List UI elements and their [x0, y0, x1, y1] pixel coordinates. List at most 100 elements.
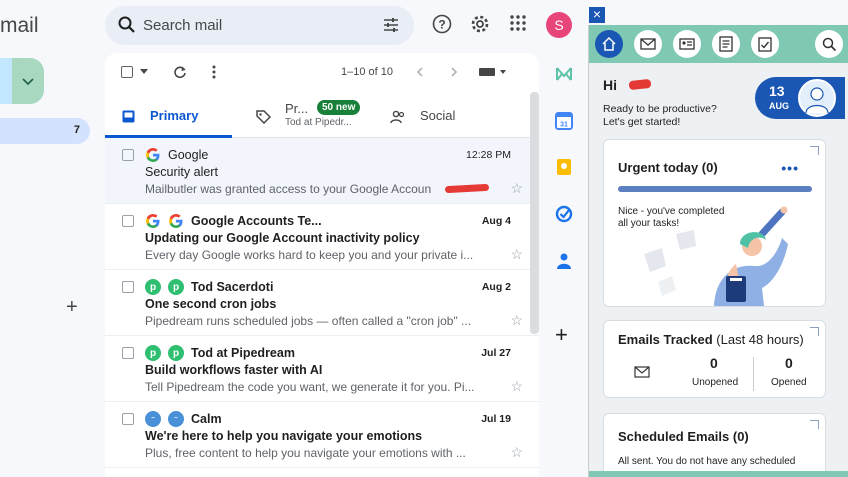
- row-checkbox[interactable]: [122, 281, 134, 293]
- home-icon[interactable]: [595, 30, 623, 58]
- help-icon[interactable]: ?: [432, 14, 452, 34]
- google-logo-icon: [168, 213, 184, 229]
- email-row[interactable]: Google 12:28 PM Security alert Mailbutle…: [105, 138, 539, 204]
- tag-icon: [256, 110, 271, 124]
- scheduled-emails-card: Scheduled Emails (0) All sent. You do no…: [603, 413, 826, 477]
- email-sender: Tod Sacerdoti: [191, 280, 274, 294]
- email-snippet: Tell Pipedream the code you want, we gen…: [145, 380, 475, 394]
- mailbutler-nav: [589, 25, 848, 63]
- star-icon[interactable]: ☆: [510, 180, 523, 197]
- email-time: Jul 27: [481, 347, 511, 359]
- email-subject: Security alert: [145, 165, 218, 179]
- more-vert-icon[interactable]: [211, 65, 217, 79]
- unopened-count: 0: [710, 355, 718, 371]
- greeting-subtitle: Ready to be productive? Let's get starte…: [603, 103, 717, 129]
- contact-card-icon[interactable]: [673, 30, 701, 58]
- star-icon[interactable]: ☆: [510, 246, 523, 263]
- greeting-line-1: Ready to be productive?: [603, 103, 717, 115]
- apps-grid-icon[interactable]: [509, 14, 527, 32]
- select-dropdown-icon[interactable]: [140, 69, 148, 75]
- notes-icon[interactable]: [712, 30, 740, 58]
- inbox-count: 7: [73, 124, 80, 136]
- butler-avatar-icon: [798, 79, 836, 117]
- email-time: Jul 19: [481, 413, 511, 425]
- email-time: 12:28 PM: [466, 149, 511, 161]
- email-subject: We're here to help you navigate your emo…: [145, 429, 423, 443]
- chevron-left-icon[interactable]: [416, 67, 424, 77]
- gear-icon[interactable]: [470, 14, 490, 34]
- add-label-icon[interactable]: +: [66, 296, 78, 319]
- tab-social-label: Social: [420, 108, 456, 123]
- email-snippet: Pipedream runs scheduled jobs — often ca…: [145, 314, 472, 328]
- task-check-icon[interactable]: [751, 30, 779, 58]
- tracked-period: (Last 48 hours): [716, 332, 804, 347]
- greeting-title: Hi: [603, 77, 617, 93]
- chevron-down-icon[interactable]: [12, 58, 44, 104]
- emails-tracked-card: Emails Tracked (Last 48 hours) 0 Unopene…: [603, 320, 826, 398]
- email-snippet: Plus, free content to help you navigate …: [145, 446, 466, 460]
- refresh-icon[interactable]: [173, 65, 187, 79]
- email-row[interactable]: p p Tod at Pipedream Jul 27 Build workfl…: [105, 336, 539, 402]
- star-icon[interactable]: ☆: [510, 378, 523, 395]
- account-avatar[interactable]: S: [546, 12, 572, 38]
- urgent-progress-bar: [618, 186, 812, 192]
- add-addon-icon[interactable]: +: [555, 322, 568, 348]
- urgent-today-card: Urgent today (0) ••• Nice - you've compl…: [603, 139, 826, 307]
- row-checkbox[interactable]: [122, 413, 134, 425]
- stat-divider: [753, 357, 754, 391]
- search-icon[interactable]: [815, 30, 843, 58]
- select-all-checkbox[interactable]: [121, 66, 133, 78]
- scheduled-title: Scheduled Emails (0): [618, 429, 749, 444]
- keep-icon[interactable]: [555, 158, 573, 176]
- input-tools-icon[interactable]: [479, 67, 509, 77]
- row-checkbox[interactable]: [122, 347, 134, 359]
- unopened-label: Unopened: [692, 377, 739, 388]
- tab-social[interactable]: Social: [365, 98, 539, 138]
- tab-promotions[interactable]: Pr... 50 new Tod at Pipedr...: [105, 98, 365, 138]
- date-month: AUG: [769, 101, 789, 111]
- email-snippet: Mailbutler was granted access to your Go…: [145, 182, 432, 196]
- pagination-label: 1–10 of 10: [341, 66, 393, 78]
- more-options-icon[interactable]: •••: [781, 160, 799, 176]
- opened-count: 0: [785, 355, 793, 371]
- email-row[interactable]: Google Accounts Te... Aug 4 Updating our…: [105, 204, 539, 270]
- star-icon[interactable]: ☆: [510, 444, 523, 461]
- mail-icon[interactable]: [634, 30, 662, 58]
- expand-icon[interactable]: [810, 420, 819, 429]
- close-icon[interactable]: ×: [589, 7, 605, 23]
- search-options-icon[interactable]: [382, 16, 400, 34]
- calm-logo-icon: ~: [168, 411, 184, 427]
- search-input[interactable]: Search mail: [143, 17, 222, 34]
- star-icon[interactable]: ☆: [510, 312, 523, 329]
- mailbutler-sidebar: Hi Ready to be productive? Let's get sta…: [588, 25, 848, 477]
- date-badge: 13 AUG: [755, 77, 845, 119]
- email-sender: Tod at Pipedream: [191, 346, 295, 360]
- chevron-right-icon[interactable]: [450, 67, 458, 77]
- email-list: Google 12:28 PM Security alert Mailbutle…: [105, 138, 539, 468]
- email-row[interactable]: p p Tod Sacerdoti Aug 2 One second cron …: [105, 270, 539, 336]
- google-logo-icon: [145, 213, 161, 229]
- search-bar[interactable]: Search mail: [105, 6, 414, 45]
- calm-logo-icon: ~: [145, 411, 161, 427]
- mailbutler-icon[interactable]: [555, 65, 573, 83]
- row-checkbox[interactable]: [122, 215, 134, 227]
- tracked-title-row: Emails Tracked (Last 48 hours): [618, 332, 804, 347]
- mail-list-panel: 1–10 of 10 Primary Pr... 50 new Tod at P…: [105, 53, 539, 477]
- expand-icon[interactable]: [810, 327, 819, 336]
- email-sender: Google Accounts Te...: [191, 214, 322, 228]
- email-sender: Google: [168, 148, 209, 162]
- mail-scrollbar[interactable]: [530, 92, 539, 334]
- expand-icon[interactable]: [810, 146, 819, 155]
- email-row[interactable]: ~ ~ Calm Jul 19 We're here to help you n…: [105, 402, 539, 468]
- mailbutler-footer-strip: [589, 471, 848, 477]
- sidebar-item-inbox[interactable]: 7: [0, 118, 90, 144]
- compose-button[interactable]: [0, 58, 44, 104]
- celebration-illustration: [644, 206, 788, 306]
- greeting-line-2: Let's get started!: [603, 116, 681, 128]
- row-checkbox[interactable]: [122, 149, 134, 161]
- search-icon: [118, 16, 135, 33]
- tasks-icon[interactable]: [555, 205, 573, 223]
- calendar-icon[interactable]: 31: [555, 112, 573, 130]
- contacts-icon[interactable]: [555, 252, 573, 270]
- pipedream-logo-icon: p: [145, 345, 161, 361]
